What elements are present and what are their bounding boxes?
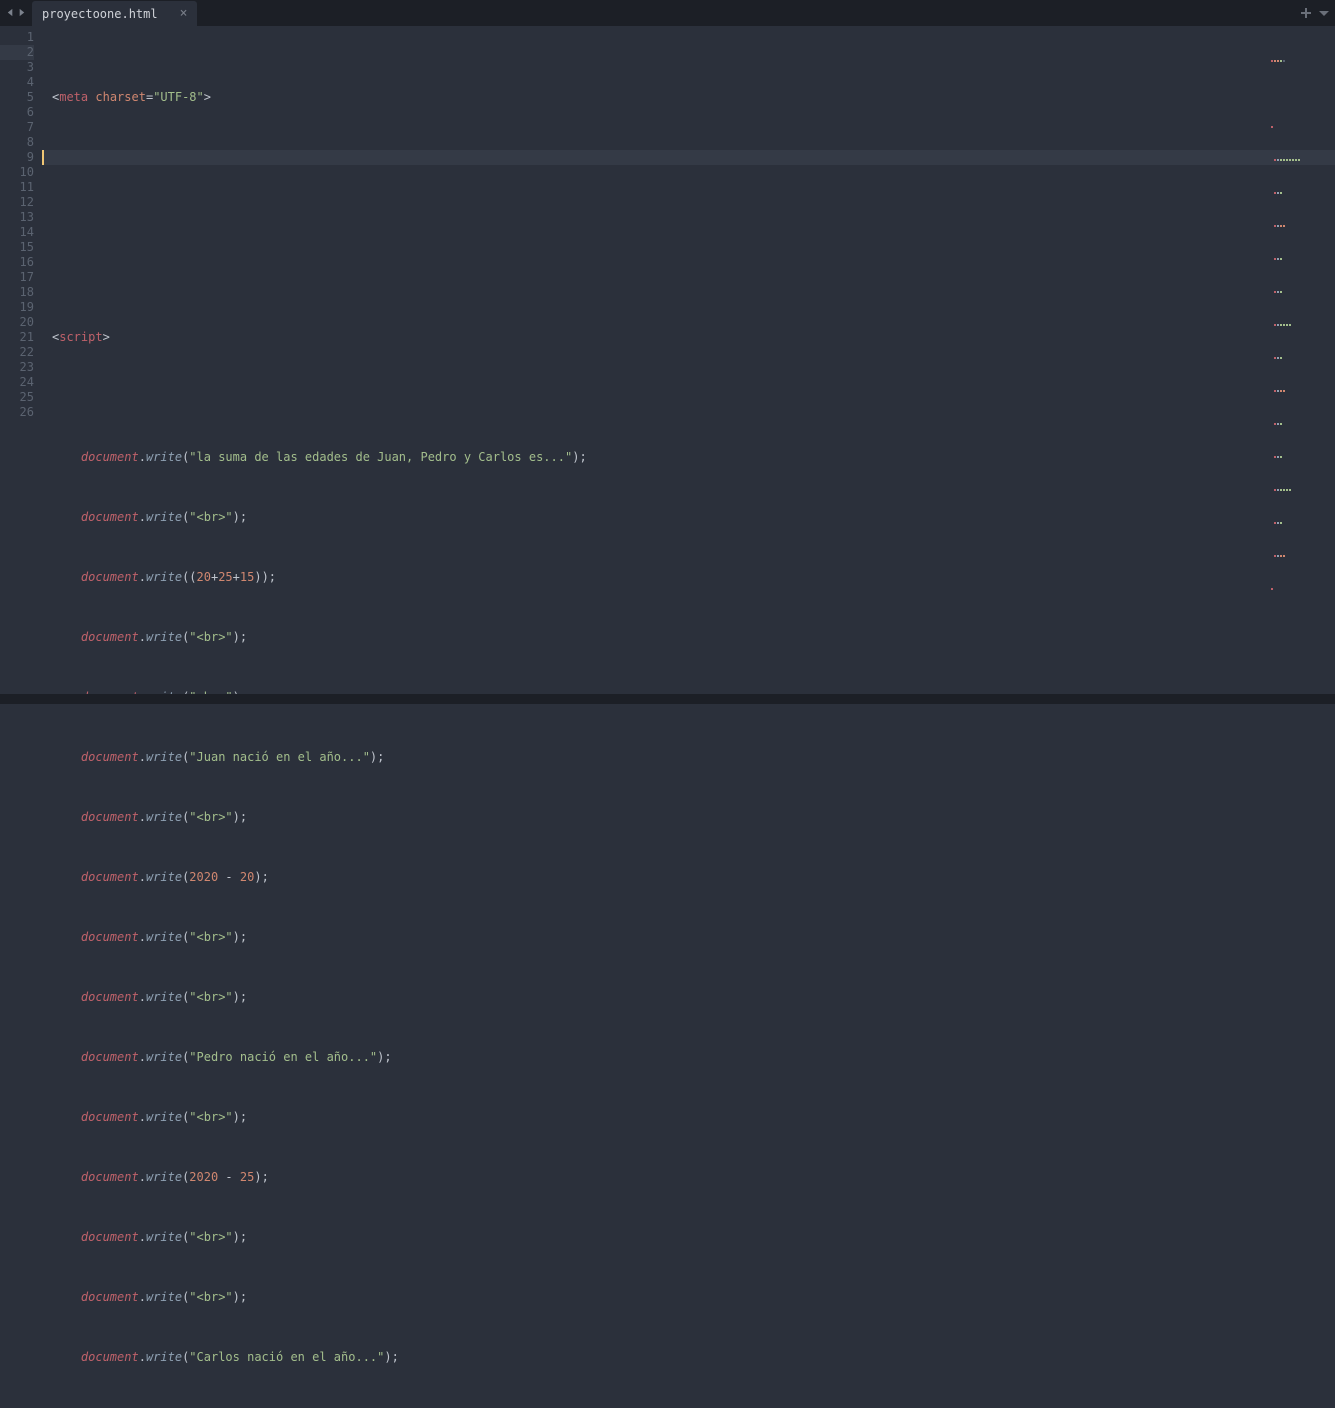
editor: 1234567891011121314151617181920212223242…	[0, 26, 1335, 694]
code-line: document.write(2020 - 25);	[42, 1170, 1335, 1185]
line-number: 17	[0, 270, 34, 285]
line-number: 3	[0, 60, 34, 75]
code-line: document.write("Pedro nació en el año...…	[42, 1050, 1335, 1065]
code-line	[42, 270, 1335, 285]
code-line: document.write("Juan nació en el año..."…	[42, 750, 1335, 765]
line-number: 25	[0, 390, 34, 405]
nav-forward-icon[interactable]	[17, 6, 26, 21]
status-bar	[0, 694, 1335, 704]
line-number: 7	[0, 120, 34, 135]
line-number: 23	[0, 360, 34, 375]
code-line: document.write("<br>");	[42, 1110, 1335, 1125]
line-number: 9	[0, 150, 34, 165]
line-number: 21	[0, 330, 34, 345]
tabbar-right-controls	[1301, 0, 1329, 26]
line-number: 18	[0, 285, 34, 300]
code-line: document.write("<br>");	[42, 1230, 1335, 1245]
line-number: 15	[0, 240, 34, 255]
line-number: 1	[0, 30, 34, 45]
tab-proyectoone[interactable]: proyectoone.html ×	[32, 1, 197, 26]
tab-label: proyectoone.html	[42, 7, 158, 21]
code-line: document.write("<br>");	[42, 510, 1335, 525]
tabs: proyectoone.html ×	[32, 0, 197, 26]
line-number: 2	[0, 45, 34, 60]
new-tab-icon[interactable]	[1301, 8, 1311, 18]
code-line: document.write("<br>");	[42, 630, 1335, 645]
line-number: 8	[0, 135, 34, 150]
code-line: document.write("la suma de las edades de…	[42, 450, 1335, 465]
code-line: <meta charset="UTF-8">	[42, 90, 1335, 105]
nav-back-icon[interactable]	[6, 6, 15, 21]
code-line: <script>	[42, 330, 1335, 345]
line-number: 20	[0, 315, 34, 330]
code-line: document.write("Carlos nació en el año..…	[42, 1350, 1335, 1365]
line-number: 24	[0, 375, 34, 390]
code-line	[42, 210, 1335, 225]
code-line-active	[42, 150, 1335, 165]
line-number: 5	[0, 90, 34, 105]
line-gutter: 1234567891011121314151617181920212223242…	[0, 26, 42, 694]
line-number: 11	[0, 180, 34, 195]
line-number: 19	[0, 300, 34, 315]
line-number: 4	[0, 75, 34, 90]
line-number: 6	[0, 105, 34, 120]
tab-close-icon[interactable]: ×	[180, 7, 188, 20]
line-number: 16	[0, 255, 34, 270]
code-line: document.write("<br>");	[42, 810, 1335, 825]
code-line: document.write(2020 - 20);	[42, 870, 1335, 885]
tab-overflow-icon[interactable]	[1319, 9, 1329, 17]
minimap[interactable]	[1271, 30, 1327, 84]
line-number: 10	[0, 165, 34, 180]
nav-arrows	[0, 0, 32, 26]
code-line	[42, 390, 1335, 405]
code-line: document.write("<br>");	[42, 930, 1335, 945]
line-number: 14	[0, 225, 34, 240]
line-number: 26	[0, 405, 34, 420]
line-number: 12	[0, 195, 34, 210]
line-number: 22	[0, 345, 34, 360]
code-line: document.write("<br>");	[42, 1290, 1335, 1305]
tab-bar: proyectoone.html ×	[0, 0, 1335, 26]
line-number: 13	[0, 210, 34, 225]
code-line: document.write("<br>");	[42, 990, 1335, 1005]
code-area[interactable]: <meta charset="UTF-8"> <script> document…	[42, 26, 1335, 694]
code-line: document.write((20+25+15));	[42, 570, 1335, 585]
